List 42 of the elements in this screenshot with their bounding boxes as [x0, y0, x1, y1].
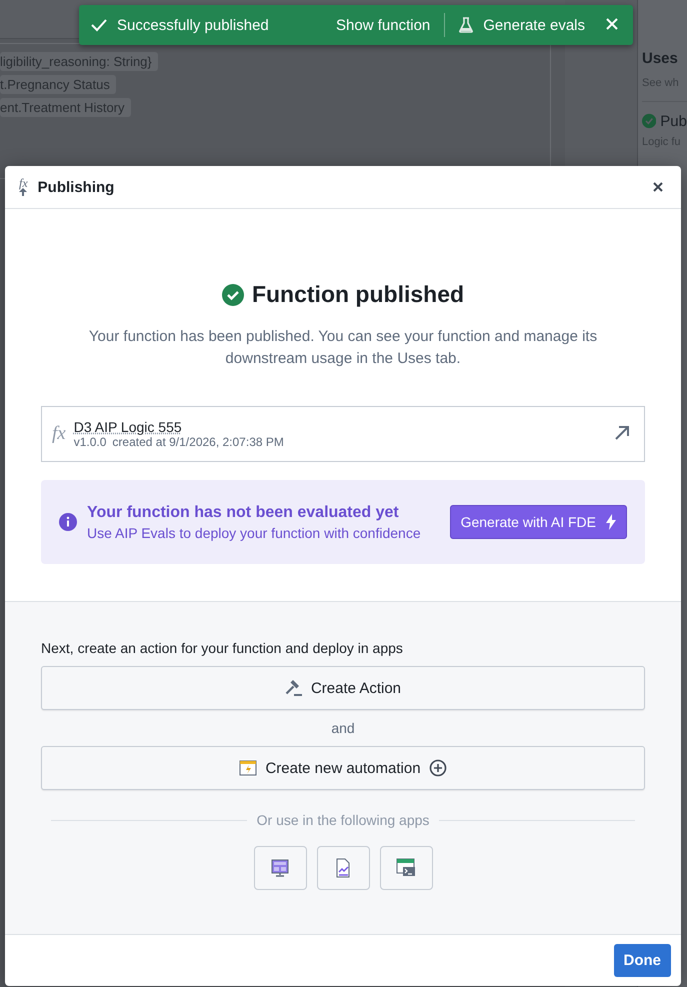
toast-action[interactable]: Show function: [322, 11, 444, 39]
gavel-icon: [284, 679, 303, 697]
close-icon: [653, 182, 663, 192]
callout-text: Use AIP Evals to deploy your function with confidence: [87, 524, 422, 540]
panel-title: Uses: [642, 50, 679, 67]
callout-title: Your function has not been evaluated yet: [87, 504, 400, 522]
toast-action[interactable]: Generate evals: [445, 11, 599, 39]
create-automation-button[interactable]: Create new automation: [41, 746, 645, 790]
toast-message: Successfully published: [117, 16, 270, 34]
field-chip: t.Pregnancy Status: [0, 75, 116, 94]
function-icon: fx: [52, 423, 66, 445]
app-button[interactable]: [316, 846, 370, 890]
dialog-title: Publishing: [38, 178, 116, 196]
status-text: Pub: [660, 112, 687, 130]
close-icon: [605, 16, 619, 30]
info-icon: [59, 513, 77, 531]
flask-icon: [459, 17, 474, 33]
arrow-up-right-icon: [614, 424, 630, 440]
function-name: D3 AIP Logic 555: [74, 419, 183, 435]
field-chip: ent.Treatment History: [0, 98, 131, 117]
apps-label: Or use in the following apps: [256, 812, 430, 828]
check-icon: [91, 18, 107, 32]
separator-text: and: [330, 720, 356, 736]
check-circle-icon: [222, 284, 244, 306]
console-window-icon: [396, 858, 416, 878]
app-button[interactable]: [254, 846, 306, 890]
check-circle-icon: [642, 112, 656, 130]
generate-button[interactable]: Generate with AI FDE: [450, 505, 627, 539]
app-button[interactable]: [380, 846, 432, 890]
done-button[interactable]: Done: [614, 944, 671, 977]
automation-icon: [239, 759, 258, 777]
field-chip: ligibility_reasoning: String}: [0, 52, 158, 71]
description-text: Your function has been published. You can see your function and manage its downstream usage in the Uses tab.: [88, 327, 598, 369]
created-text: created at 9/1/2026, 2:07:38 PM: [112, 435, 284, 449]
next-steps-text: Next, create an action for your function and deploy in apps: [41, 640, 404, 656]
dashboard-icon: [270, 858, 290, 878]
version-text: v1.0.0: [74, 435, 106, 449]
plus-circle-icon: [428, 759, 447, 777]
create-action-button[interactable]: Create Action: [41, 666, 645, 710]
chart-document-icon: [334, 858, 352, 878]
success-heading: Function published: [252, 281, 464, 308]
lightning-icon: [606, 514, 616, 530]
